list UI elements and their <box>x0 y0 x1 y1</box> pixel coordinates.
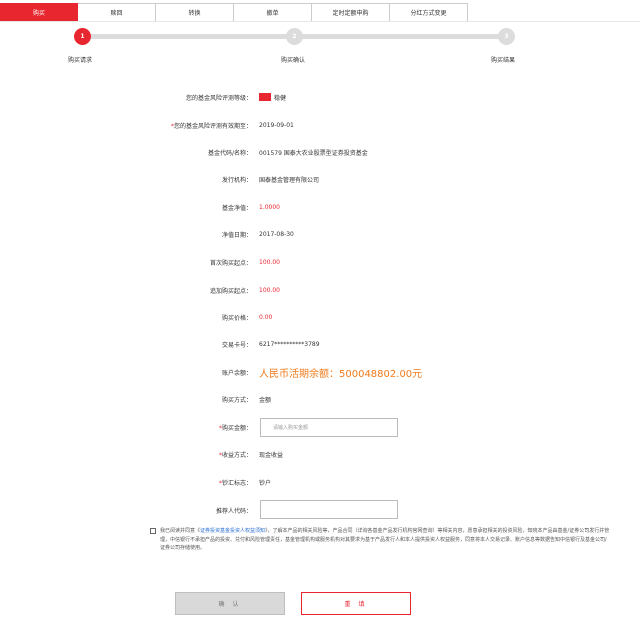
agreement-checkbox[interactable] <box>150 528 156 534</box>
balance-row: 账户余额： 人民币活期余额：500048802.00元 <box>0 365 640 380</box>
nav-label: 基金净值： <box>221 204 252 212</box>
tab-purchase[interactable]: 购买 <box>0 3 78 22</box>
risk-level-row: 您的基金风险评测等级： 稳健 <box>0 90 640 104</box>
step-3-indicator: 3 <box>498 28 515 45</box>
risk-level-value: 稳健 <box>259 93 286 102</box>
nav-date-value: 2017-08-30 <box>259 230 294 238</box>
step-3-label: 购买结果 <box>491 57 516 64</box>
first-min-value: 100.00 <box>259 258 280 266</box>
issuer-label: 发行机构： <box>221 176 252 184</box>
risk-expiry-value: 2019-09-01 <box>259 121 294 129</box>
tab-convert[interactable]: 转换 <box>156 3 234 22</box>
fund-code-row: 基金代码/名称： 001579 国泰大农业股票型证券投资基金 <box>0 145 640 159</box>
step-number: 3 <box>504 33 509 40</box>
risk-level-text: 稳健 <box>274 94 287 102</box>
nav-date-row: 净值日期： 2017-08-30 <box>0 227 640 241</box>
tab-label: 定时定额申购 <box>332 10 369 17</box>
tab-divider <box>0 21 640 22</box>
amount-label: *购买金额： <box>218 424 252 432</box>
tab-label: 购买 <box>32 10 45 17</box>
dividend-row: *收益方式： 现金收益 <box>0 447 640 461</box>
risk-level-badge <box>259 93 271 101</box>
card-row: 交易卡号： 6217**********3789 <box>0 337 640 351</box>
agreement-link[interactable]: 证券投资基金投资人权益须知 <box>200 528 265 534</box>
agreement-block: 我已阅读并同意《证券投资基金投资人权益须知》，了解本产品的相关风险等，产品合同（… <box>150 527 610 553</box>
risk-level-label: 您的基金风险评测等级： <box>185 94 252 102</box>
add-min-row: 追加购买起点： 100.00 <box>0 283 640 297</box>
cash-row: *钞汇标志： 钞户 <box>0 475 640 489</box>
risk-expiry-row: *您的基金风险评测有效期至： 2019-09-01 <box>0 118 640 132</box>
tab-label: 撤单 <box>266 10 279 17</box>
step-2-indicator: 2 <box>286 28 303 45</box>
step-2-label: 购买确认 <box>281 57 306 64</box>
tab-label: 分红方式变更 <box>410 10 447 17</box>
card-label: 交易卡号： <box>221 341 252 349</box>
tab-cancel-order[interactable]: 撤单 <box>234 3 312 22</box>
nav-date-label: 净值日期： <box>221 231 252 239</box>
balance-label: 账户余额： <box>221 369 252 377</box>
fund-code-label: 基金代码/名称： <box>207 149 252 157</box>
confirm-button[interactable]: 确 认 <box>175 592 285 615</box>
step-1-label: 购买请求 <box>68 57 93 64</box>
method-label: 购买方式： <box>221 396 252 404</box>
price-row: 购买价格： 0.00 <box>0 310 640 324</box>
card-value: 6217**********3789 <box>259 340 320 348</box>
method-value: 金额 <box>259 396 272 404</box>
reset-button[interactable]: 重 填 <box>301 592 411 615</box>
agreement-text: 我已阅读并同意《证券投资基金投资人权益须知》，了解本产品的相关风险等，产品合同（… <box>160 528 610 551</box>
dividend-label: *收益方式： <box>218 451 252 459</box>
amount-input[interactable]: 请输入购买金额 <box>260 418 398 437</box>
add-min-label: 追加购买起点： <box>209 287 252 295</box>
tab-redeem[interactable]: 赎回 <box>78 3 156 22</box>
price-label: 购买价格： <box>221 314 252 322</box>
tab-dividend-change[interactable]: 分红方式变更 <box>390 3 468 22</box>
step-number: 2 <box>292 33 297 40</box>
issuer-row: 发行机构： 国泰基金管理有限公司 <box>0 172 640 186</box>
tab-scheduled-purchase[interactable]: 定时定额申购 <box>312 3 390 22</box>
tab-bar: 购买 赎回 转换 撤单 定时定额申购 分红方式变更 <box>0 3 468 22</box>
issuer-value: 国泰基金管理有限公司 <box>259 176 320 184</box>
first-min-row: 首次购买起点： 100.00 <box>0 255 640 269</box>
step-1-indicator: 1 <box>74 28 91 45</box>
nav-row: 基金净值： 1.0000 <box>0 200 640 214</box>
tab-label: 转换 <box>188 10 201 17</box>
dividend-value: 现金收益 <box>259 451 284 459</box>
tab-label: 赎回 <box>110 10 123 17</box>
add-min-value: 100.00 <box>259 286 280 294</box>
risk-expiry-label: *您的基金风险评测有效期至： <box>170 122 252 130</box>
cash-label: *钞汇标志： <box>218 479 252 487</box>
price-value: 0.00 <box>259 313 273 321</box>
cash-value: 钞户 <box>259 479 272 487</box>
referrer-label: 推荐人代码： <box>215 507 252 515</box>
first-min-label: 首次购买起点： <box>209 259 252 267</box>
method-row: 购买方式： 金额 <box>0 392 640 406</box>
referrer-input[interactable] <box>260 500 398 519</box>
step-number: 1 <box>80 33 85 40</box>
fund-code-value: 001579 国泰大农业股票型证券投资基金 <box>259 149 368 157</box>
nav-value: 1.0000 <box>259 203 280 211</box>
balance-value: 人民币活期余额：500048802.00元 <box>259 368 423 380</box>
